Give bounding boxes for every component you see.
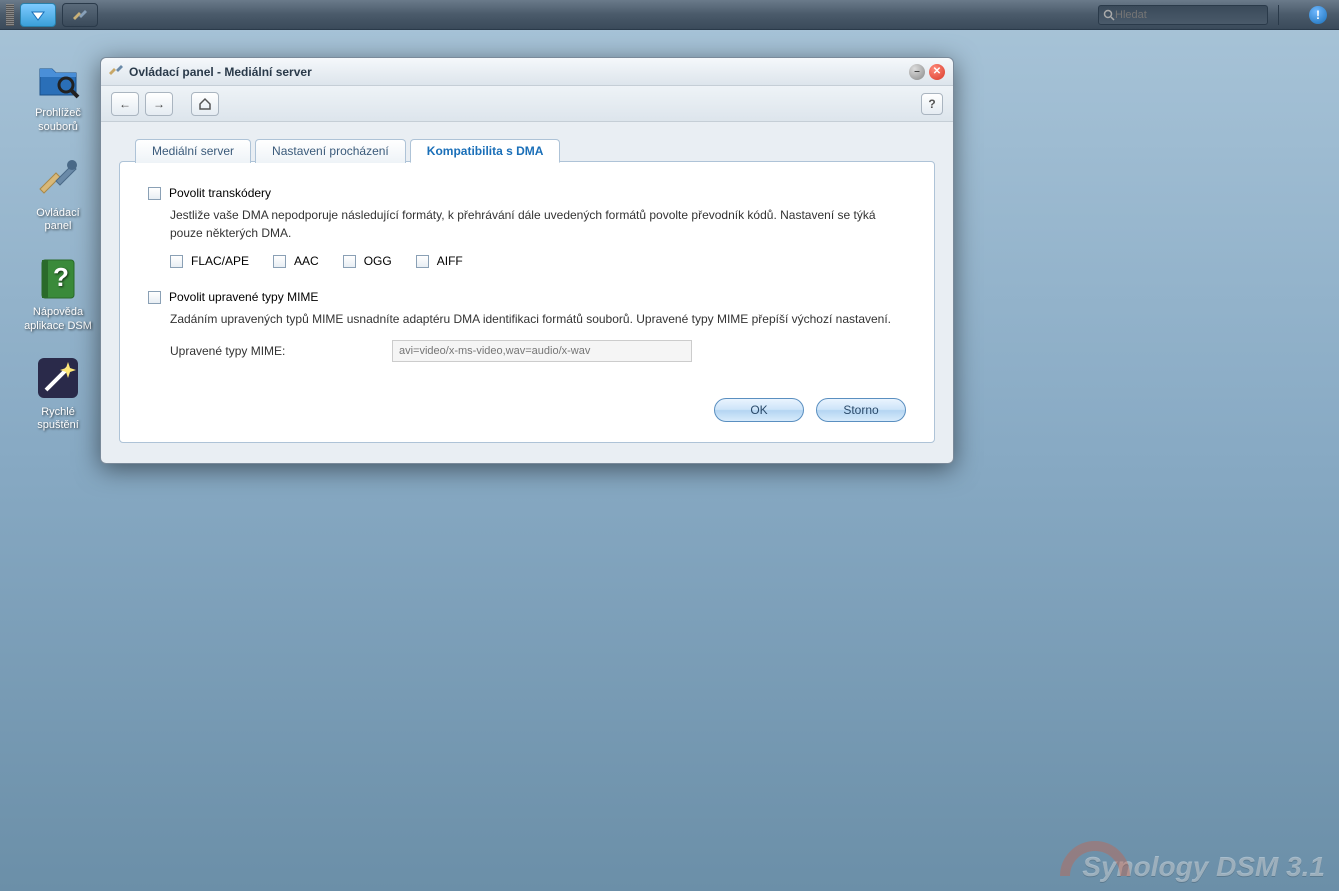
search-box[interactable]	[1098, 5, 1268, 25]
mime-desc: Zadáním upravených typů MIME usnadníte a…	[170, 310, 906, 328]
search-icon	[1103, 9, 1115, 21]
transcoder-checkbox-row: Povolit transkódery	[148, 186, 906, 200]
desktop-icon-label: spuštění	[37, 419, 79, 433]
format-label: AAC	[294, 254, 319, 268]
tab-media-server[interactable]: Mediální server	[135, 139, 251, 163]
back-button[interactable]: ←	[111, 92, 139, 116]
transcoder-checkbox[interactable]	[148, 187, 161, 200]
window-titlebar[interactable]: Ovládací panel - Mediální server – ✕	[101, 58, 953, 86]
watermark: Synology DSM 3.1	[1082, 851, 1325, 883]
window-tools-icon	[109, 63, 123, 80]
svg-text:?: ?	[53, 262, 69, 292]
format-label: OGG	[364, 254, 392, 268]
close-icon: ✕	[933, 67, 941, 77]
format-aac-checkbox[interactable]	[273, 255, 286, 268]
tab-panel: Povolit transkódery Jestliže vaše DMA ne…	[119, 161, 935, 443]
gauge-icon	[1055, 831, 1135, 881]
format-label: AIFF	[437, 254, 463, 268]
tab-dma-compat[interactable]: Kompatibilita s DMA	[410, 139, 561, 163]
close-button[interactable]: ✕	[929, 64, 945, 80]
cancel-button[interactable]: Storno	[816, 398, 906, 422]
desktop-icon-label: Rychlé	[41, 406, 75, 420]
main-menu-button[interactable]	[20, 3, 56, 27]
format-label: FLAC/APE	[191, 254, 249, 268]
arrow-left-icon: ←	[119, 97, 131, 111]
wand-icon	[34, 354, 82, 402]
tabs: Mediální server Nastavení procházení Kom…	[135, 138, 935, 162]
question-icon: ?	[928, 97, 935, 111]
mime-checkbox-label: Povolit upravené typy MIME	[169, 290, 318, 304]
mime-input[interactable]	[392, 340, 692, 362]
desktop-icon-quick-start[interactable]: Rychlé spuštění	[18, 354, 98, 434]
desktop-icon-label: Prohlížeč	[35, 107, 81, 121]
window-toolbar: ← → ?	[101, 86, 953, 122]
mime-checkbox[interactable]	[148, 291, 161, 304]
desktop-icon-label: panel	[45, 220, 72, 234]
tab-browse-settings[interactable]: Nastavení procházení	[255, 139, 406, 163]
minimize-icon: –	[914, 67, 920, 77]
help-button[interactable]: ?	[921, 93, 943, 115]
desktop-icons: Prohlížeč souborů Ovládací panel ? Nápov…	[18, 55, 98, 433]
format-aiff-checkbox[interactable]	[416, 255, 429, 268]
search-input[interactable]	[1115, 9, 1263, 21]
folder-search-icon	[34, 55, 82, 103]
tools-icon	[34, 155, 82, 203]
ok-button[interactable]: OK	[714, 398, 804, 422]
mime-input-row: Upravené typy MIME:	[170, 340, 906, 362]
minimize-button[interactable]: –	[909, 64, 925, 80]
info-icon: !	[1316, 8, 1320, 22]
menu-dropdown-icon	[29, 8, 47, 22]
mime-field-label: Upravené typy MIME:	[170, 344, 380, 358]
help-book-icon: ?	[34, 254, 82, 302]
desktop-icon-label: souborů	[38, 121, 78, 135]
desktop-icon-label: Ovládací	[36, 207, 79, 221]
home-button[interactable]	[191, 92, 219, 116]
taskbar-separator	[1278, 5, 1279, 25]
taskbar-grip[interactable]	[6, 4, 14, 26]
dialog-button-row: OK Storno	[148, 398, 906, 422]
arrow-right-icon: →	[153, 97, 165, 111]
tools-button[interactable]	[62, 3, 98, 27]
format-flac-checkbox[interactable]	[170, 255, 183, 268]
format-row: FLAC/APE AAC OGG AIFF	[170, 254, 906, 274]
control-panel-window: Ovládací panel - Mediální server – ✕ ← →…	[100, 57, 954, 464]
home-icon	[198, 97, 212, 111]
mime-checkbox-row: Povolit upravené typy MIME	[148, 290, 906, 304]
info-button[interactable]: !	[1309, 6, 1327, 24]
desktop-icon-control-panel[interactable]: Ovládací panel	[18, 155, 98, 235]
taskbar: !	[0, 0, 1339, 30]
desktop-icon-label: Nápověda	[33, 306, 83, 320]
window-title: Ovládací panel - Mediální server	[129, 65, 312, 79]
format-ogg-checkbox[interactable]	[343, 255, 356, 268]
tools-icon	[72, 7, 88, 23]
transcoder-label: Povolit transkódery	[169, 186, 271, 200]
forward-button[interactable]: →	[145, 92, 173, 116]
transcoder-desc: Jestliže vaše DMA nepodporuje následujíc…	[170, 206, 906, 242]
desktop-icon-file-browser[interactable]: Prohlížeč souborů	[18, 55, 98, 135]
desktop-icon-label: aplikace DSM	[24, 320, 92, 334]
window-content: Mediální server Nastavení procházení Kom…	[101, 122, 953, 463]
desktop-icon-help[interactable]: ? Nápověda aplikace DSM	[18, 254, 98, 334]
